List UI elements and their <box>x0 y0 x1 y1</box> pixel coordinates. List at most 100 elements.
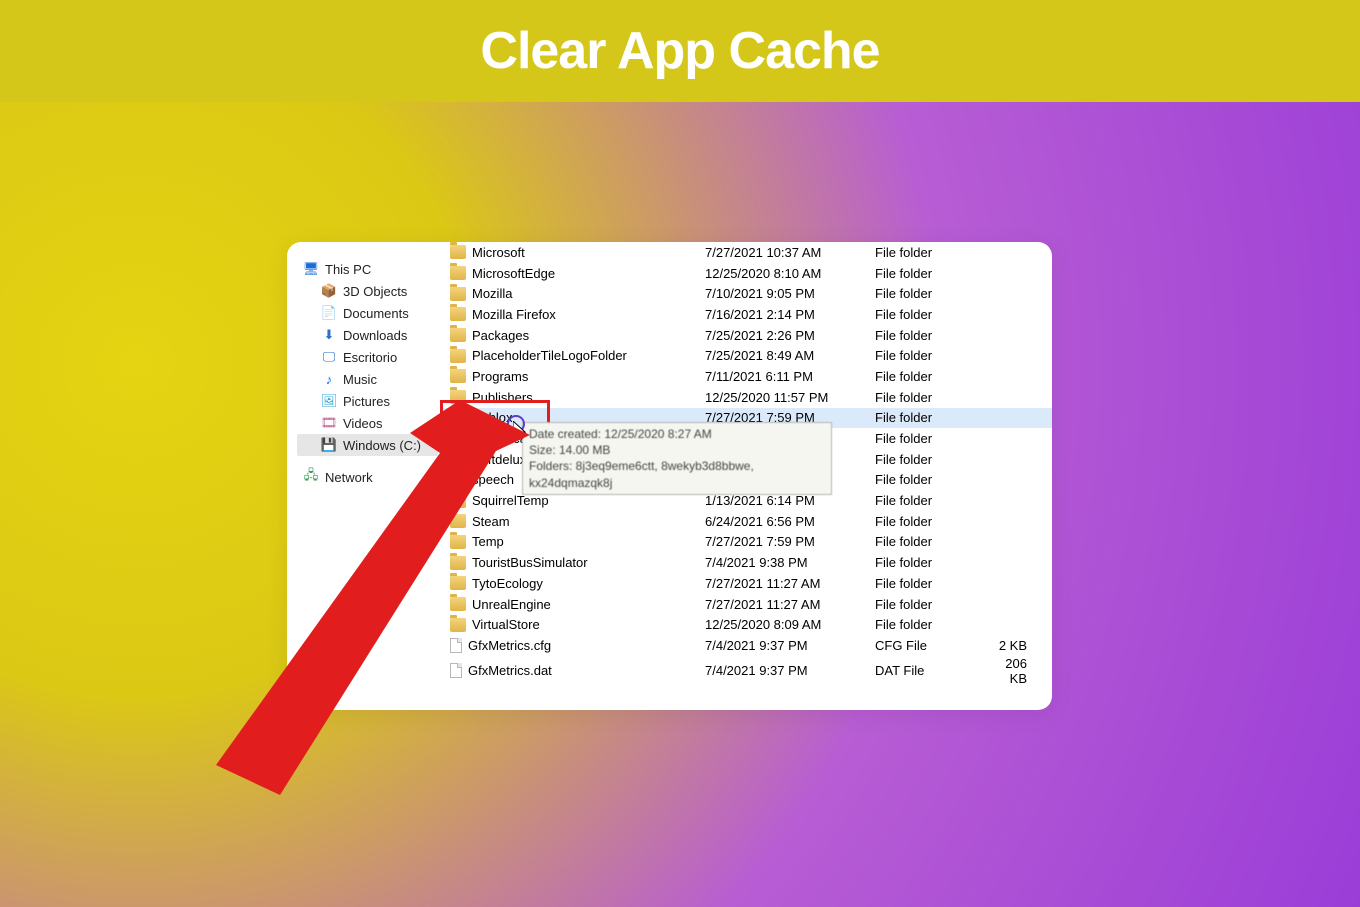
nav-this-pc[interactable]: 🖥 This PC <box>297 258 438 280</box>
nav-item-music[interactable]: ♪ Music <box>297 368 438 390</box>
folder-icon <box>450 576 466 590</box>
file-date: 1/13/2021 6:14 PM <box>705 493 875 508</box>
folder-icon <box>450 369 466 383</box>
file-row[interactable]: TouristBusSimulator7/4/2021 9:38 PMFile … <box>442 552 1052 573</box>
file-date: 7/27/2021 11:27 AM <box>705 597 875 612</box>
vid-icon: 🎞 <box>321 415 337 431</box>
file-row[interactable]: Microsoft7/27/2021 10:37 AMFile folder <box>442 242 1052 263</box>
file-name: Programs <box>472 369 528 384</box>
tooltip-created: Date created: 12/25/2020 8:27 AM <box>529 426 825 442</box>
file-type: File folder <box>875 493 985 508</box>
folder-icon <box>450 287 466 301</box>
file-date: 7/27/2021 7:59 PM <box>705 534 875 549</box>
folder-icon <box>450 473 466 487</box>
nav-label: Windows (C:) <box>343 438 421 453</box>
network-icon: 🖧 <box>303 469 319 485</box>
file-type: File folder <box>875 597 985 612</box>
file-name: UnrealEngine <box>472 597 551 612</box>
nav-item-downloads[interactable]: ⬇Downloads <box>297 324 438 346</box>
nav-label: Music <box>343 372 377 387</box>
file-date: 7/25/2021 8:49 AM <box>705 348 875 363</box>
file-type: File folder <box>875 534 985 549</box>
nav-label: Videos <box>343 416 383 431</box>
file-row[interactable]: PlaceholderTileLogoFolder 7/25/2021 8:49 … <box>442 345 1052 366</box>
nav-label: 3D Objects <box>343 284 407 299</box>
file-name: Mozilla <box>472 286 512 301</box>
drv-icon: 💾 <box>321 437 337 453</box>
folder-icon <box>450 307 466 321</box>
file-row[interactable]: Temp7/27/2021 7:59 PMFile folder <box>442 532 1052 553</box>
nav-label: Downloads <box>343 328 407 343</box>
file-name: speech <box>472 472 514 487</box>
file-icon <box>450 663 462 678</box>
nav-tree: 🖥 This PC 📦 3D Objects 📄 Documents ⬇Download… <box>287 242 442 710</box>
file-date: 12/25/2020 8:10 AM <box>705 266 875 281</box>
file-row[interactable]: TytoEcology 7/27/2021 11:27 AMFile folder <box>442 573 1052 594</box>
nav-label: This PC <box>325 262 371 277</box>
nav-label: Documents <box>343 306 409 321</box>
file-name: PlaceholderTileLogoFolder <box>472 348 627 363</box>
file-type: File folder <box>875 472 985 487</box>
file-type: File folder <box>875 390 985 405</box>
nav-item-3d-objects[interactable]: 📦 3D Objects <box>297 280 438 302</box>
file-date: 7/4/2021 9:37 PM <box>705 638 875 653</box>
file-row[interactable]: Mozilla Firefox7/16/2021 2:14 PMFile fol… <box>442 304 1052 325</box>
file-date: 7/16/2021 2:14 PM <box>705 307 875 322</box>
file-type: File folder <box>875 348 985 363</box>
nav-item-pictures[interactable]: 🖼Pictures <box>297 390 438 412</box>
file-date: 7/25/2021 2:26 PM <box>705 328 875 343</box>
folder-icon <box>450 452 466 466</box>
file-date: 7/27/2021 11:27 AM <box>705 576 875 591</box>
file-name: MicrosoftEdge <box>472 266 555 281</box>
doc-icon: 📄 <box>321 305 337 321</box>
nav-label: Network <box>325 470 373 485</box>
file-type: File folder <box>875 431 985 446</box>
file-row[interactable]: Packages7/25/2021 2:26 PMFile folder <box>442 325 1052 346</box>
file-row[interactable]: VirtualStore12/25/2020 8:09 AMFile folde… <box>442 614 1052 635</box>
folder-icon <box>450 494 466 508</box>
file-icon <box>450 638 462 653</box>
file-name: TytoEcology <box>472 576 543 591</box>
3d-icon: 📦 <box>321 283 337 299</box>
file-row[interactable]: MicrosoftEdge12/25/2020 8:10 AMFile fold… <box>442 263 1052 284</box>
file-row[interactable]: Mozilla7/10/2021 9:05 PMFile folder <box>442 283 1052 304</box>
file-row[interactable]: Programs7/11/2021 6:11 PMFile folder <box>442 366 1052 387</box>
file-name: Microsoft <box>472 245 525 260</box>
folder-tooltip: Date created: 12/25/2020 8:27 AM Size: 1… <box>522 422 832 495</box>
file-row[interactable]: UnrealEngine 7/27/2021 11:27 AMFile folde… <box>442 594 1052 615</box>
file-type: File folder <box>875 514 985 529</box>
file-type: File folder <box>875 307 985 322</box>
tooltip-folders: Folders: 8j3eq9eme6ctt, 8wekyb3d8bbwe, k… <box>529 458 825 490</box>
tooltip-size: Size: 14.00 MB <box>529 442 825 458</box>
file-type: File folder <box>875 410 985 425</box>
file-type: File folder <box>875 369 985 384</box>
monitor-icon: 🖥 <box>303 261 319 277</box>
file-date: 6/24/2021 6:56 PM <box>705 514 875 529</box>
nav-item-videos[interactable]: 🎞 Videos <box>297 412 438 434</box>
nav-item-escritorio[interactable]: 🖵Escritorio <box>297 346 438 368</box>
nav-network[interactable]: 🖧 Network <box>297 466 438 488</box>
nav-label: Pictures <box>343 394 390 409</box>
folder-icon <box>450 535 466 549</box>
folder-icon <box>450 618 466 632</box>
file-date: 7/27/2021 10:37 AM <box>705 245 875 260</box>
file-name: GfxMetrics.cfg <box>468 638 551 653</box>
file-row[interactable]: GfxMetrics.dat7/4/2021 9:37 PMDAT File20… <box>442 656 1052 677</box>
folder-icon <box>450 514 466 528</box>
file-row[interactable]: GfxMetrics.cfg7/4/2021 9:37 PMCFG File2 … <box>442 635 1052 656</box>
title-banner: Clear App Cache <box>0 0 1360 102</box>
file-name: TouristBusSimulator <box>472 555 588 570</box>
music-icon: ♪ <box>321 371 337 387</box>
folder-icon <box>450 328 466 342</box>
nav-item-documents[interactable]: 📄 Documents <box>297 302 438 324</box>
folder-icon <box>450 597 466 611</box>
file-row[interactable]: Steam6/24/2021 6:56 PMFile folder <box>442 511 1052 532</box>
nav-item-windows-c-[interactable]: 💾 Windows (C:) <box>297 434 438 456</box>
file-date: 7/4/2021 9:38 PM <box>705 555 875 570</box>
file-name: GfxMetrics.dat <box>468 663 552 678</box>
folder-icon <box>450 349 466 363</box>
file-name: SquirrelTemp <box>472 493 549 508</box>
folder-icon <box>450 556 466 570</box>
folder-icon <box>450 266 466 280</box>
file-type: File folder <box>875 576 985 591</box>
